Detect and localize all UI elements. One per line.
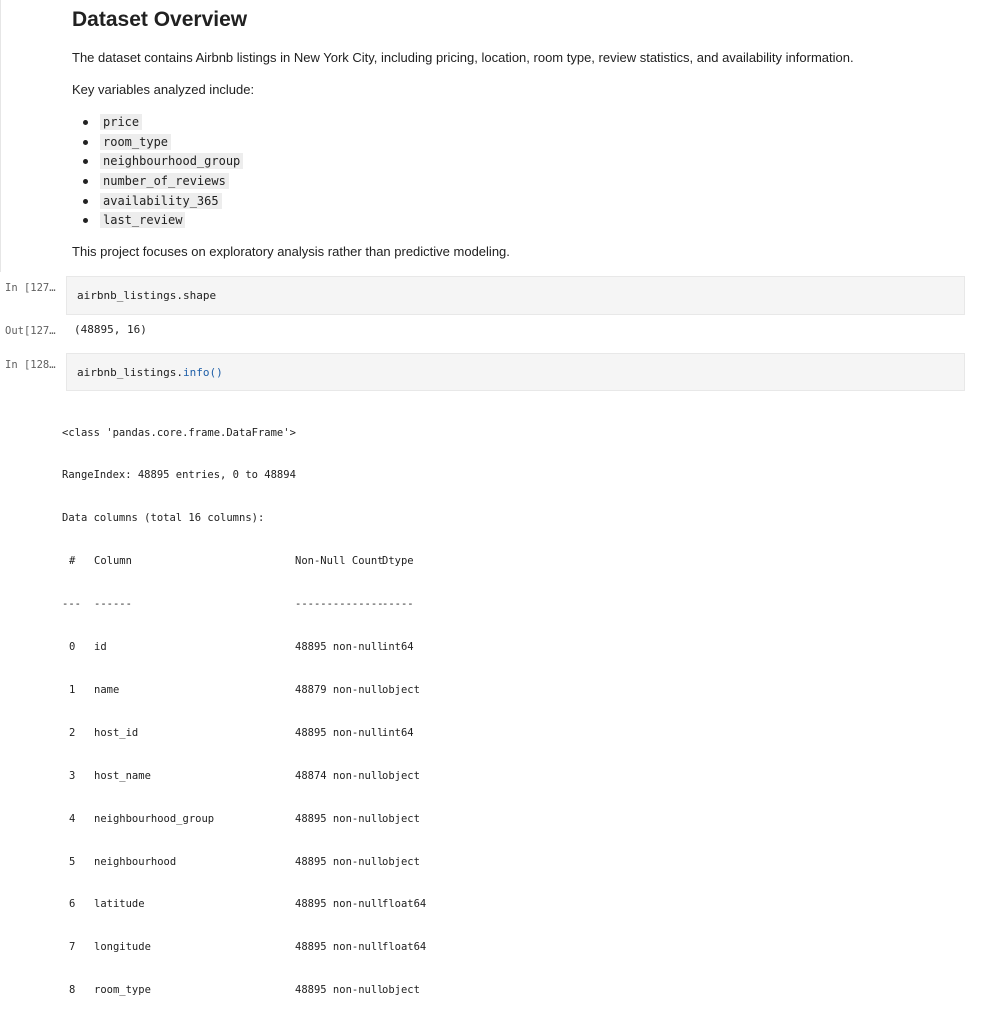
code-parens: () — [209, 366, 223, 379]
list-item: last_review — [72, 210, 243, 230]
sep-column: ------ — [94, 598, 132, 611]
bullet-icon — [83, 120, 88, 125]
list-item: room_type — [72, 132, 243, 152]
row-num: 6 — [69, 898, 76, 911]
code-object: airbnb_listings. — [77, 366, 183, 379]
row-non-null: 48895 non-null — [295, 726, 384, 739]
info-output: <class 'pandas.core.frame.DataFrame'> Ra… — [62, 397, 452, 1012]
row-non-null: 48895 non-null — [295, 812, 384, 825]
row-column: longitude — [94, 941, 151, 954]
row-dtype: int64 — [382, 726, 414, 739]
section-heading: Dataset Overview — [72, 8, 248, 31]
code-attribute: shape — [182, 289, 217, 302]
info-header-line: Data columns (total 16 columns): — [62, 512, 265, 525]
variable-code: neighbourhood_group — [100, 153, 244, 170]
info-header-line: <class 'pandas.core.frame.DataFrame'> — [62, 426, 296, 439]
row-num: 7 — [69, 941, 76, 954]
table-row: 2 host_id 48895 non-null int64 — [62, 726, 452, 740]
row-dtype: object — [382, 683, 420, 696]
table-row: 4 neighbourhood_group 48895 non-null obj… — [62, 812, 452, 826]
table-row: 6 latitude 48895 non-null float64 — [62, 897, 452, 911]
sep-non-null: -------------- — [295, 598, 384, 611]
header-column: Column — [94, 555, 132, 568]
row-num: 0 — [69, 641, 76, 654]
row-dtype: object — [382, 769, 420, 782]
row-column: latitude — [94, 898, 145, 911]
input-prompt: In [128… — [5, 359, 56, 371]
row-column: neighbourhood_group — [94, 812, 215, 825]
row-dtype: float64 — [382, 898, 427, 911]
sep-dtype: ----- — [382, 598, 414, 611]
row-non-null: 48895 non-null — [295, 941, 384, 954]
intro-paragraph: The dataset contains Airbnb listings in … — [72, 50, 854, 65]
code-cell-info[interactable]: airbnb_listings.info() — [66, 353, 965, 391]
code-object: airbnb_listings. — [77, 289, 183, 302]
info-header-line: RangeIndex: 48895 entries, 0 to 48894 — [62, 469, 296, 482]
row-dtype: object — [382, 855, 420, 868]
row-non-null: 48895 non-null — [295, 641, 384, 654]
code-line[interactable]: airbnb_listings.info() — [77, 366, 223, 379]
list-item: availability_365 — [72, 191, 243, 211]
row-num: 1 — [69, 683, 76, 696]
code-cell-shape[interactable]: airbnb_listings.shape — [66, 276, 965, 315]
header-dtype: Dtype — [382, 555, 414, 568]
bullet-icon — [83, 139, 88, 145]
shape-output: (48895, 16) — [74, 323, 147, 336]
bullet-icon — [83, 218, 88, 224]
markdown-cell[interactable]: Dataset Overview The dataset contains Ai… — [0, 0, 1000, 272]
variable-code: room_type — [100, 133, 172, 150]
table-row: 8 room_type 48895 non-null object — [62, 983, 452, 997]
variables-list: price room_type neighbourhood_group numb… — [72, 112, 244, 230]
table-row: 7 longitude 48895 non-null float64 — [62, 940, 452, 954]
row-num: 5 — [69, 855, 76, 868]
table-row: 5 neighbourhood 48895 non-null object — [62, 855, 452, 869]
table-row: 0 id 48895 non-null int64 — [62, 640, 452, 654]
row-num: 2 — [69, 726, 76, 739]
variable-code: price — [100, 114, 143, 130]
row-column: host_id — [94, 726, 139, 739]
bullet-icon — [83, 159, 88, 165]
row-non-null: 48895 non-null — [295, 898, 384, 911]
row-non-null: 48874 non-null — [295, 769, 384, 782]
table-row: 3 host_name 48874 non-null object — [62, 769, 452, 783]
key-variables-label: Key variables analyzed include: — [72, 82, 255, 97]
bullet-icon — [83, 179, 88, 185]
row-num: 8 — [69, 984, 76, 997]
row-dtype: int64 — [382, 641, 414, 654]
list-item: number_of_reviews — [72, 171, 243, 191]
variable-code: availability_365 — [100, 192, 222, 209]
sep-num: --- — [62, 598, 81, 611]
variable-code: number_of_reviews — [100, 173, 229, 190]
row-dtype: object — [382, 812, 420, 825]
row-dtype: float64 — [382, 941, 427, 954]
code-function: info — [182, 366, 210, 379]
info-table-header: # Column Non-Null Count Dtype — [62, 554, 452, 568]
header-num: # — [69, 555, 76, 568]
row-column: id — [94, 641, 107, 654]
row-num: 4 — [69, 812, 76, 825]
code-line[interactable]: airbnb_listings.shape — [77, 289, 216, 302]
list-item: neighbourhood_group — [72, 151, 244, 171]
focus-paragraph: This project focuses on exploratory anal… — [72, 244, 510, 259]
list-item: price — [72, 112, 243, 132]
row-column: room_type — [94, 984, 151, 997]
row-non-null: 48879 non-null — [295, 683, 384, 696]
header-non-null: Non-Null Count — [295, 555, 384, 568]
row-column: name — [94, 683, 120, 696]
variable-code: last_review — [100, 212, 186, 229]
row-dtype: object — [382, 984, 420, 997]
info-table-separator: --- ------ -------------- ----- — [62, 597, 452, 611]
row-non-null: 48895 non-null — [295, 855, 384, 868]
bullet-icon — [83, 198, 88, 204]
row-column: neighbourhood — [94, 855, 177, 868]
table-row: 1 name 48879 non-null object — [62, 683, 452, 697]
input-prompt: In [127… — [5, 282, 56, 294]
row-column: host_name — [94, 769, 151, 782]
output-prompt: Out[127… — [5, 325, 56, 337]
row-num: 3 — [69, 769, 76, 782]
row-non-null: 48895 non-null — [295, 984, 384, 997]
